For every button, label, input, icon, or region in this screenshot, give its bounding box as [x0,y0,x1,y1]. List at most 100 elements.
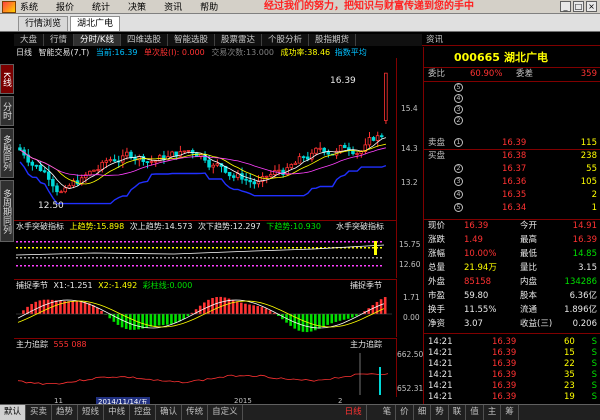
quote-tab-trades[interactable]: 笔 [379,405,397,420]
band-dot [148,247,150,249]
order-book-row: 3 [424,105,600,116]
main-force-info: 主力追踪 555 088 [16,340,87,350]
main-force-panel[interactable]: 主力追踪 555 088 主力追踪 [14,338,396,397]
band-dot [20,241,22,243]
band-dot [96,257,98,259]
bottom-tab-custom[interactable]: 自定义 [208,405,243,420]
ind2-x1: X1:-1.251 [53,281,93,290]
band-dot [232,241,234,243]
season-bar [235,301,239,314]
buy-level-badge: 2 [454,164,463,173]
band-dot [308,265,310,267]
band-dot [300,247,302,249]
tab-futures[interactable]: 股指期货 [309,34,357,46]
band-dot [132,241,134,243]
ind1-down2: 次下趋势:12.297 [198,222,261,231]
tab-stock-hubei-gd[interactable]: 湖北广电 [70,16,121,31]
price-axis: 15.4 14.3 13.2 [396,58,422,220]
band-dot [140,257,142,259]
quote-tab-main[interactable]: 主 [484,405,502,420]
menu-system[interactable]: 系统 [20,0,38,13]
quote-tab-chips[interactable]: 筹 [501,405,519,420]
menu-stats[interactable]: 统计 [92,0,110,13]
season-bar [240,302,243,314]
divider [424,81,600,82]
bottom-period-label[interactable]: 日线 [341,405,367,420]
bottom-tab-short[interactable]: 短线 [78,405,105,420]
tab-4d-select[interactable]: 四维选股 [121,34,168,46]
season-bar [75,301,79,314]
quote-tab-linked[interactable]: 联 [449,405,467,420]
tab-radar[interactable]: 股票雷达 [215,34,263,46]
band-dot [216,257,218,259]
band-dot [60,241,62,243]
tab-quotes[interactable]: 行情 [44,34,75,46]
tab-stock-analysis[interactable]: 个股分析 [262,34,310,46]
band-dot [224,265,226,267]
band-dot [352,265,354,267]
sailor-indicator-panel[interactable]: 水手突破指标 上趋势:15.898 次上趋势:14.573 次下趋势:12.29… [14,220,396,278]
season-bar [71,301,75,314]
season-bar [260,307,264,314]
divider [424,333,600,334]
quote-tab-value[interactable]: 值 [466,405,484,420]
band-dot [272,241,274,243]
band-dot [356,265,358,267]
tab-index[interactable]: 大盘 [14,34,45,46]
menu-news[interactable]: 资讯 [164,0,182,13]
band-dot [200,241,202,243]
season-bar [186,314,190,317]
season-indicator-panel[interactable]: 捕捉季节 X1:-1.251 X2:-1.492 彩柱线:0.000 捕捉季节 [14,279,396,337]
order-book-row: 市盈 59.80 股本 6.36亿 [424,291,600,302]
band-dot [32,265,34,267]
minimize-button[interactable]: _ [560,1,571,12]
band-dot [124,247,126,249]
band-dot [244,247,246,249]
bottom-tab-trade[interactable]: 买卖 [26,405,53,420]
maximize-button[interactable]: □ [573,1,584,12]
quote-tab-detail[interactable]: 细 [414,405,432,420]
menu-decision[interactable]: 决策 [128,0,146,13]
order-book-row: 4 16.35 2 [424,190,600,201]
season-bar [371,305,375,314]
side-tab-intraday[interactable]: 分时 [0,96,14,126]
menu-help[interactable]: 帮助 [200,0,218,13]
band-dot [68,241,70,243]
candle-body [277,169,281,172]
menu-quote[interactable]: 报价 [56,0,74,13]
tick-time: 14:21 [428,359,453,369]
bottom-tab-default[interactable]: 默认 [0,405,27,420]
kline-panel[interactable]: 16.39 12.50 [14,58,396,220]
band-dot [68,265,70,267]
tab-market-browse[interactable]: 行情浏览 [18,16,69,31]
tab-kline[interactable]: 分时/K线 [74,34,121,46]
band-dot [200,257,202,259]
bottom-tab-mid[interactable]: 中线 [104,405,131,420]
band-dot [28,265,30,267]
tab-smart-select[interactable]: 智能选股 [168,34,216,46]
side-tab-multi-stock[interactable]: 多股同列 [0,128,14,178]
bottom-tab-trend[interactable]: 趋势 [52,405,79,420]
tab-news[interactable]: 资讯 [422,34,600,46]
buy-price: 16.34 [502,203,527,213]
band-dot [300,265,302,267]
quote-tab-price[interactable]: 价 [396,405,414,420]
main-force-line [17,373,389,385]
band-dot [192,265,194,267]
candle-body [375,135,380,141]
band-dot [104,257,106,259]
bottom-tab-confirm[interactable]: 确认 [156,405,183,420]
bottom-tab-control[interactable]: 控盘 [130,405,157,420]
band-dot [332,257,334,259]
bottom-tab-classic[interactable]: 传统 [182,405,209,420]
side-tab-kline[interactable]: K线 [0,64,14,94]
season-bar [46,299,50,314]
band-dot [280,247,282,249]
band-dot [204,241,206,243]
ind1-title: 水手突破指标 [16,222,64,231]
close-button[interactable]: × [586,1,597,12]
divider [424,219,600,220]
quote-tab-trend[interactable]: 势 [431,405,449,420]
band-dot [172,247,174,249]
side-tab-multi-period[interactable]: 多周期同列 [0,180,14,242]
